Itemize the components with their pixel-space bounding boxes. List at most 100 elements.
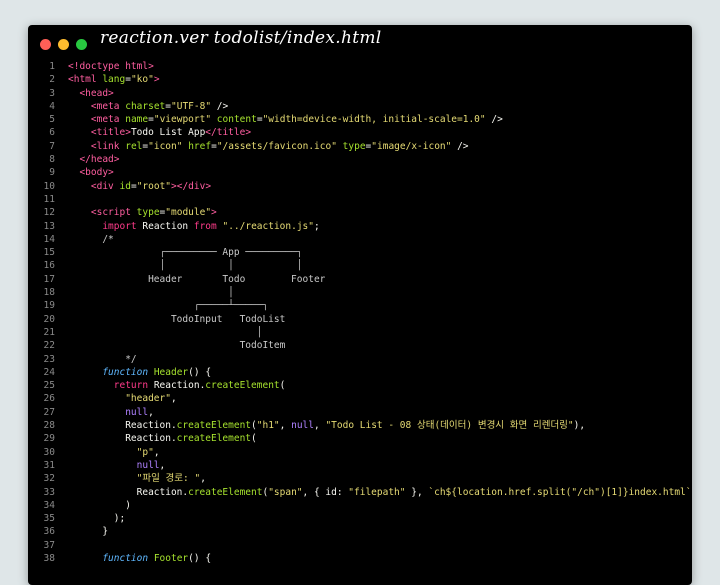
code-token: </head> <box>79 154 120 166</box>
code-token: , <box>200 473 206 485</box>
code-text: import Reaction from "../reaction.js"; <box>68 220 320 233</box>
code-token: "p" <box>136 446 154 458</box>
code-text: } <box>68 525 108 538</box>
line-number: 29 <box>43 433 55 445</box>
code-line: 10 <div id="root"></div> <box>28 180 692 193</box>
code-line: 28 Reaction.createElement("h1", null, "T… <box>28 419 692 432</box>
code-token: /> <box>211 100 229 112</box>
code-line: 22 TodoItem <box>28 339 692 352</box>
code-token: "h1" <box>256 420 280 432</box>
code-token: , { id: <box>302 486 349 498</box>
line-number: 26 <box>43 393 55 405</box>
code-token: Reaction. <box>68 486 189 498</box>
code-line: 8 </head> <box>28 153 692 166</box>
code-text: ); <box>68 512 125 525</box>
code-text: <head> <box>68 87 113 100</box>
line-number: 1 <box>49 61 55 72</box>
code-text: function Header() { <box>68 366 211 379</box>
code-token: <!doctype html> <box>68 61 154 72</box>
code-token: <title> <box>90 127 131 139</box>
code-line: 31 null, <box>28 459 692 472</box>
code-text: │ │ │ <box>68 259 303 272</box>
code-text: │ <box>68 286 234 299</box>
code-line: 19 ┌─────┴─────┐ <box>28 299 692 312</box>
zoom-window-button[interactable] <box>76 39 87 50</box>
line-number: 15 <box>43 247 55 259</box>
code-token: `ch${location.href.split("/ch")[1]}index… <box>428 486 692 498</box>
code-line: 1 <!doctype html> <box>28 60 692 73</box>
code-line: 3 <head> <box>28 87 692 100</box>
code-text: "파일 경로: ", <box>68 472 206 485</box>
code-text: <link rel="icon" href="/assets/favicon.i… <box>68 140 469 153</box>
code-token: Header Todo Footer <box>68 273 326 285</box>
code-text: │ <box>68 326 263 339</box>
code-token: ), <box>573 420 586 432</box>
code-line: 14 /* <box>28 233 692 246</box>
code-token: "ko" <box>130 74 154 86</box>
line-number: 19 <box>43 300 55 312</box>
code-token: function <box>102 366 149 378</box>
code-line: 32 "파일 경로: ", <box>28 472 692 485</box>
code-line: 18 │ <box>28 286 692 299</box>
code-token: () { <box>188 552 212 564</box>
code-line: 36 } <box>28 525 692 538</box>
code-token: │ <box>68 287 234 299</box>
code-line: 37 <box>28 539 692 552</box>
code-token: name <box>125 114 149 126</box>
code-token: "root" <box>136 180 172 192</box>
line-number: 7 <box>49 140 55 152</box>
code-token: "UTF-8" <box>171 100 212 112</box>
code-token: "icon" <box>148 140 183 152</box>
code-token: <meta <box>90 114 126 126</box>
code-line: 9 <body> <box>28 166 692 179</box>
minimize-window-button[interactable] <box>58 39 69 50</box>
code-token: <script <box>90 207 137 219</box>
code-token: ; <box>314 220 320 232</box>
code-text: */ <box>68 353 137 366</box>
code-line: 26 "header", <box>28 392 692 405</box>
code-token: <body> <box>79 167 114 179</box>
code-token: type <box>342 140 366 152</box>
code-token: "/assets/favicon.ico" <box>216 140 337 152</box>
code-token: createElement <box>188 486 263 498</box>
code-text: null, <box>68 406 154 419</box>
code-token: Footer <box>153 552 189 564</box>
code-text: <div id="root"></div> <box>68 180 211 193</box>
line-number: 37 <box>43 539 55 551</box>
code-text: ) <box>68 499 131 512</box>
code-token: null <box>136 459 160 471</box>
code-token: Todo List App <box>130 127 206 139</box>
window-title: reaction.ver todolist/index.html <box>100 28 382 48</box>
close-window-button[interactable] <box>40 39 51 50</box>
line-number: 3 <box>49 87 55 99</box>
code-text: Reaction.createElement( <box>68 432 257 445</box>
code-token: Reaction. <box>68 433 177 445</box>
code-token: type <box>136 207 160 219</box>
line-number: 23 <box>43 353 55 365</box>
line-number: 12 <box>43 207 55 219</box>
code-text: <meta charset="UTF-8" /> <box>68 100 228 113</box>
code-token: /> <box>485 114 503 126</box>
title-bar: reaction.ver todolist/index.html <box>28 25 692 61</box>
code-text: <!doctype html> <box>68 60 154 73</box>
line-number: 25 <box>43 380 55 392</box>
code-token: */ <box>68 353 137 365</box>
code-text: <html lang="ko"> <box>68 73 160 86</box>
line-number: 5 <box>49 114 55 126</box>
line-number: 16 <box>43 260 55 272</box>
code-token: , <box>153 446 160 458</box>
code-token: href <box>188 140 212 152</box>
line-number: 35 <box>43 513 55 525</box>
code-token: "파일 경로: " <box>136 473 201 485</box>
